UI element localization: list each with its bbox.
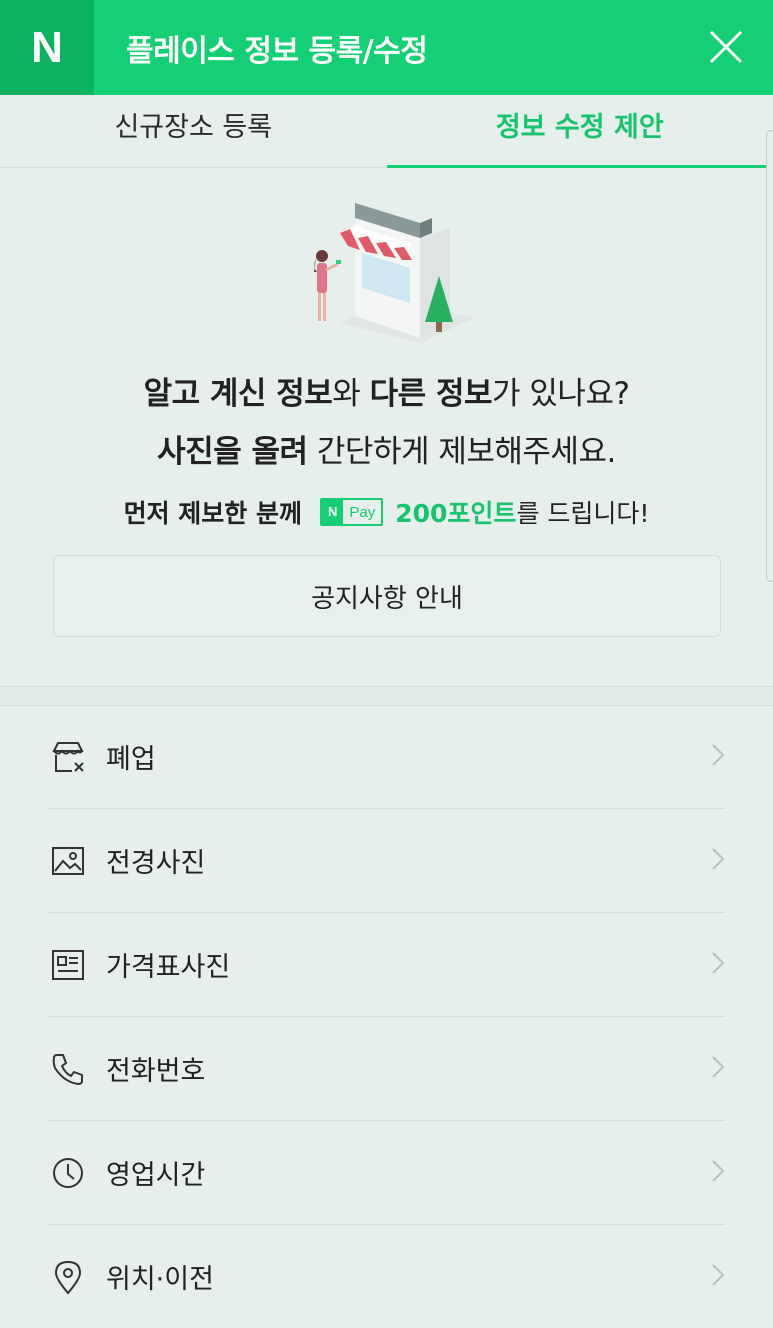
close-icon[interactable]: [709, 30, 743, 64]
storefront-illustration: [300, 198, 475, 343]
headline-bold: 다른 정보: [370, 376, 492, 412]
menu-label: 가격표사진: [106, 945, 230, 984]
menu-item-price-photo[interactable]: 가격표사진: [48, 913, 725, 1017]
headline-bold: 알고 계신 정보: [144, 376, 333, 412]
edit-menu-list: 폐업 전경사진 가격표사진 전화번호: [0, 705, 773, 1328]
headline-line-2: 사진을 올려 간단하게 제보해주세요.: [0, 426, 773, 471]
app-header: N 플레이스 정보 등록/수정: [0, 0, 773, 95]
store-closed-icon: [48, 737, 88, 777]
promo-line: 먼저 제보한 분께 N Pay 200포인트를 드립니다!: [0, 494, 773, 530]
chevron-right-icon: [711, 847, 725, 871]
hero-section: 알고 계신 정보와 다른 정보가 있나요? 사진을 올려 간단하게 제보해주세요…: [0, 168, 773, 686]
naver-logo[interactable]: N: [0, 0, 94, 95]
npay-badge: N Pay: [320, 498, 383, 526]
menu-item-hours[interactable]: 영업시간: [48, 1121, 725, 1225]
headline-line-1: 알고 계신 정보와 다른 정보가 있나요?: [0, 368, 773, 413]
chevron-right-icon: [711, 951, 725, 975]
promo-suffix: 를 드립니다!: [516, 499, 649, 528]
tab-new-place[interactable]: 신규장소 등록: [0, 95, 387, 167]
menu-item-exterior-photo[interactable]: 전경사진: [48, 809, 725, 913]
section-divider: [0, 686, 773, 706]
menu-label: 폐업: [106, 737, 156, 776]
chevron-right-icon: [711, 1263, 725, 1287]
chevron-right-icon: [711, 1159, 725, 1183]
phone-icon: [48, 1049, 88, 1089]
tab-bar: 신규장소 등록 정보 수정 제안: [0, 95, 773, 168]
page-title: 플레이스 정보 등록/수정: [126, 26, 427, 70]
npay-text: Pay: [343, 504, 381, 521]
clock-icon: [48, 1153, 88, 1193]
menu-label: 영업시간: [106, 1153, 205, 1192]
menu-label: 전경사진: [106, 841, 205, 880]
menu-item-closed[interactable]: 폐업: [48, 705, 725, 809]
chevron-right-icon: [711, 1055, 725, 1079]
menu-label: 전화번호: [106, 1049, 205, 1088]
menu-label: 위치·이전: [106, 1257, 214, 1296]
tab-edit-suggestion[interactable]: 정보 수정 제안: [387, 95, 773, 167]
chevron-right-icon: [711, 743, 725, 767]
tab-label: 정보 수정 제안: [496, 105, 664, 144]
notice-button[interactable]: 공지사항 안내: [53, 555, 721, 637]
location-pin-icon: [48, 1257, 88, 1297]
headline-text: 와: [332, 376, 369, 412]
notice-button-label: 공지사항 안내: [311, 578, 463, 615]
tab-label: 신규장소 등록: [114, 105, 272, 144]
promo-points: 200포인트: [395, 499, 516, 528]
logo-letter: N: [31, 23, 63, 73]
npay-n: N: [322, 500, 343, 524]
image-icon: [48, 841, 88, 881]
headline-text: 가 있나요?: [492, 376, 629, 412]
menu-item-location[interactable]: 위치·이전: [48, 1225, 725, 1328]
headline-bold: 사진을 올려: [157, 434, 307, 470]
menu-item-phone[interactable]: 전화번호: [48, 1017, 725, 1121]
promo-prefix: 먼저 제보한 분께: [124, 494, 302, 530]
price-list-icon: [48, 945, 88, 985]
headline-text: 간단하게 제보해주세요.: [308, 434, 616, 470]
